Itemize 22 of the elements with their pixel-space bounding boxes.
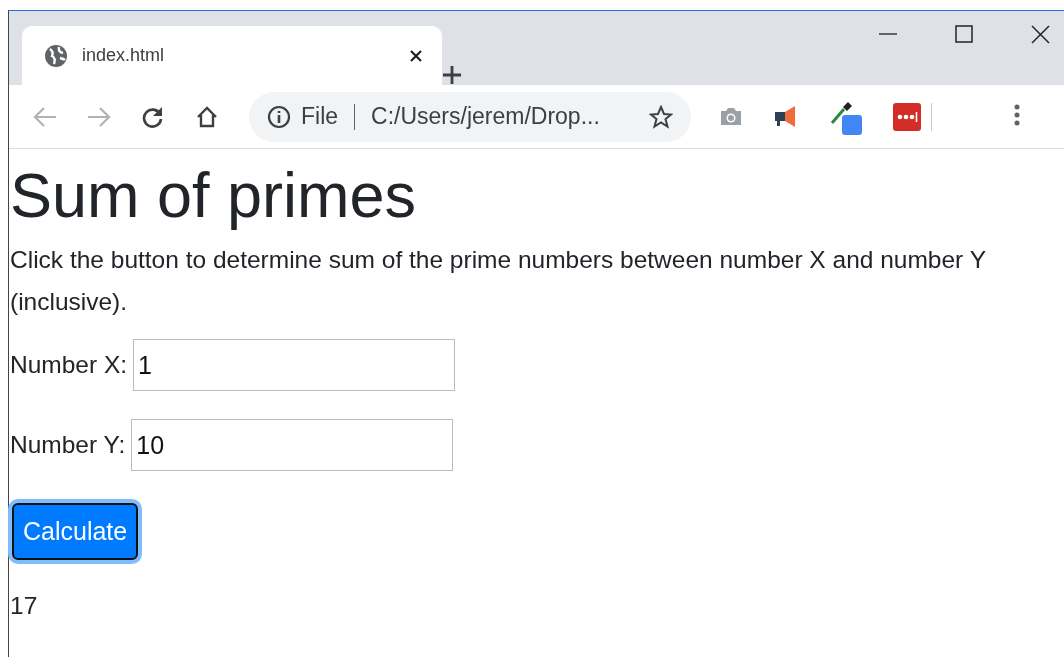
globe-icon[interactable] [44,43,68,68]
input-field[interactable]: 10 [131,419,454,471]
input-field[interactable]: 1 [133,339,456,391]
page-heading: Sum of primes [10,159,418,232]
field-label: Number Y: [10,431,126,459]
plus-icon[interactable] [442,65,462,85]
tab-title: index.html [82,45,166,66]
password-manager-icon[interactable] [893,102,921,131]
home-icon[interactable] [195,104,219,129]
result-text: 17 [10,592,38,620]
address-bar[interactable]: File C:/Users/jerem/Drop... [249,91,691,142]
info-icon[interactable] [267,104,291,129]
description-text: Click the button to determine sum of the prime numbers between number X and number Y (inclusive). [10,245,987,317]
field-label: Number X: [10,351,128,379]
close-icon[interactable] [408,47,424,64]
star-icon[interactable] [649,104,673,129]
menu-icon[interactable] [1014,102,1020,127]
maximize-icon[interactable] [955,25,973,43]
url-text: C:/Users/jerem/Drop... [371,103,601,130]
security-label: File [301,103,339,130]
close-icon[interactable] [1031,25,1050,44]
browser-tab[interactable]: index.html [22,26,442,85]
